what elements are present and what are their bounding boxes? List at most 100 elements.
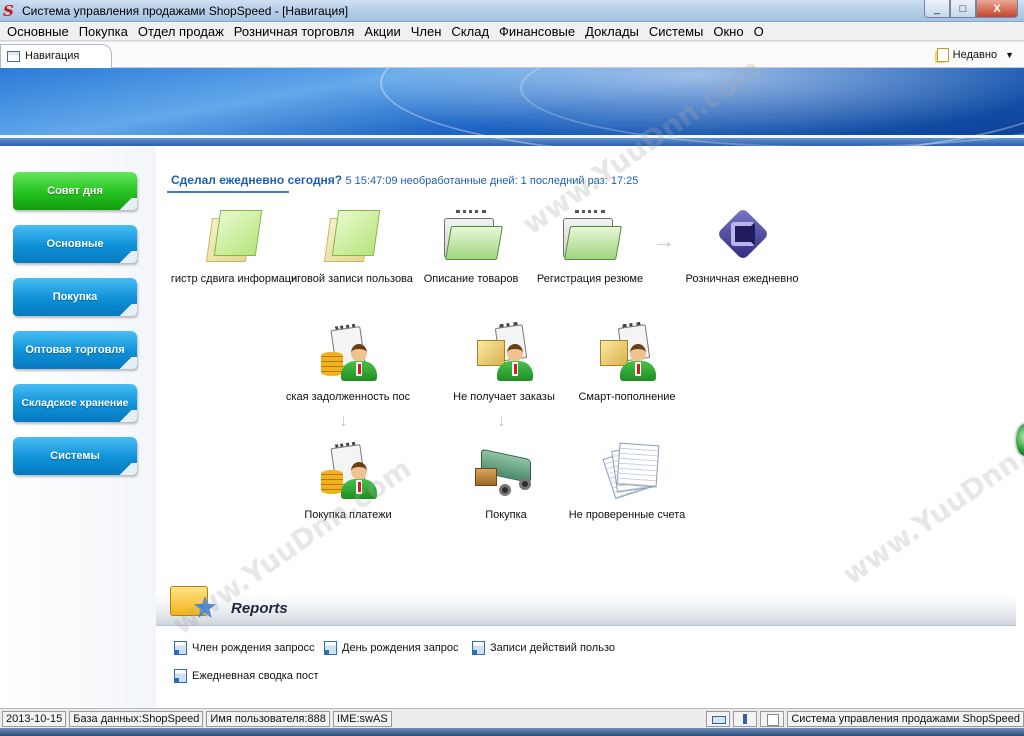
flow-node-label: Покупка платежи (304, 509, 392, 521)
report-document-icon (324, 641, 337, 655)
navigation-workspace: Сделал ежедневно сегодня? 5 15:47:09 нео… (156, 146, 1024, 594)
sidebar-item-systems[interactable]: Системы (13, 437, 137, 475)
menu-item-finance[interactable]: Финансовые (494, 24, 580, 39)
report-link-user-actions[interactable]: Записи действий пользо (472, 641, 620, 655)
report-link-label: Член рождения запросс (192, 642, 315, 654)
coins-person-icon (315, 322, 381, 386)
menu-item-member[interactable]: Член (406, 24, 447, 39)
minimize-button[interactable]: _ (924, 0, 950, 18)
green-pages-icon (319, 204, 385, 268)
arrow-right-icon: → (653, 228, 675, 253)
daily-status: Сделал ежедневно сегодня? 5 15:47:09 нео… (171, 173, 638, 187)
menu-bar: Основные Покупка Отдел продаж Розничная … (0, 22, 1024, 41)
flow-node-smart-replenishment[interactable]: Смарт-пополнение (561, 322, 693, 403)
daily-info: 5 15:47:09 необработанные дней: 1 послед… (345, 175, 639, 187)
title-bar: S Система управления продажами ShopSpeed… (0, 0, 1024, 22)
arrow-down-icon: ↓ (497, 410, 506, 430)
reports-folder-star-icon (170, 578, 218, 622)
tab-navigation[interactable]: Навигация (0, 44, 112, 68)
banner-swoosh (520, 68, 1024, 146)
menu-item-systems[interactable]: Системы (644, 24, 708, 39)
flow-node-label: Описание товаров (423, 273, 519, 285)
reports-title: Reports (231, 600, 288, 617)
report-link-label: День рождения запрос (342, 642, 459, 654)
flow-node-label: Розничная ежедневно (685, 273, 799, 285)
report-link-label: Записи действий пользо (490, 642, 615, 654)
reports-header: Reports (156, 586, 1016, 626)
flow-node-label: Покупка (485, 509, 527, 521)
close-button[interactable]: X (976, 0, 1018, 18)
menu-item-retail[interactable]: Розничная торговля (229, 24, 360, 39)
flow-node-label: нговой записи пользова (291, 273, 413, 285)
status-bar: 2013-10-15 База данных:ShopSpeed Имя пол… (0, 708, 1024, 728)
paper-stack-icon (594, 440, 660, 504)
navigation-panel-icon (7, 51, 20, 62)
flow-node-product-description[interactable]: Описание товаров (405, 204, 537, 285)
report-link-label: Ежедневная сводка пост (192, 670, 319, 682)
flow-node-purchase[interactable]: Покупка (440, 440, 572, 521)
box-person-icon (471, 322, 537, 386)
report-link-member-birthday[interactable]: Член рождения запросс (174, 641, 319, 655)
maximize-button[interactable]: □ (950, 0, 976, 18)
menu-item-reports[interactable]: Доклады (580, 24, 644, 39)
app-logo-icon: S (3, 2, 14, 20)
flow-node-label: ская задолженность пос (285, 391, 411, 403)
flow-node-retail-daily[interactable]: Розничная ежедневно (676, 204, 808, 285)
cube-logo-icon (709, 204, 775, 268)
sidebar-item-purchase[interactable]: Покупка (13, 278, 137, 316)
recent-documents-icon (936, 48, 949, 62)
flow-node-unverified-invoices[interactable]: Не проверенные счета (561, 440, 693, 521)
window-title: Система управления продажами ShopSpeed -… (22, 4, 349, 18)
green-pages-icon (201, 204, 267, 268)
panel-icon[interactable] (760, 710, 785, 727)
reports-panel: Reports Член рождения запросс День рожде… (156, 586, 1024, 708)
status-user: Имя пользователя:888 (206, 710, 330, 727)
sidebar-item-tip-of-day[interactable]: Совет дня (13, 172, 137, 210)
report-link-daily-summary[interactable]: Ежедневная сводка пост (174, 669, 319, 683)
report-document-icon (174, 641, 187, 655)
flow-node-resume-registration[interactable]: Регистрация резюме (524, 204, 656, 285)
green-folder-icon (438, 204, 504, 268)
menu-item-basic[interactable]: Основные (2, 24, 74, 39)
menu-item-window[interactable]: Окно (708, 24, 748, 39)
os-taskbar (0, 728, 1024, 736)
flow-node-user-records[interactable]: нговой записи пользова (286, 204, 418, 285)
status-database: База данных:ShopSpeed (69, 710, 204, 727)
flow-node-shift-register[interactable]: гистр сдвига информаци (168, 204, 300, 285)
daily-underline (167, 191, 289, 193)
header-banner (0, 68, 1024, 146)
recent-dropdown[interactable]: Недавно ▼ (936, 48, 1014, 62)
flow-node-label: Не получает заказы (453, 391, 555, 403)
tab-label: Навигация (25, 50, 80, 62)
flow-node-label: Не проверенные счета (568, 509, 686, 521)
coins-person-icon (315, 440, 381, 504)
menu-item-purchase[interactable]: Покупка (74, 24, 133, 39)
menu-item-promotions[interactable]: Акции (359, 24, 405, 39)
sidebar-item-warehousing[interactable]: Складское хранение (13, 384, 137, 422)
menu-item-sales[interactable]: Отдел продаж (133, 24, 229, 39)
daily-question[interactable]: Сделал ежедневно сегодня? (171, 173, 342, 187)
flow-node-purchase-payments[interactable]: Покупка платежи (282, 440, 414, 521)
status-ime: IME:swAS (332, 710, 392, 727)
keyboard-icon[interactable] (706, 710, 731, 727)
report-link-birthday-query[interactable]: День рождения запрос (324, 641, 462, 655)
box-person-icon (594, 322, 660, 386)
status-date: 2013-10-15 (2, 710, 67, 727)
menu-item-warehouse[interactable]: Склад (446, 24, 494, 39)
flow-node-orders-not-received[interactable]: Не получает заказы (438, 322, 570, 403)
sidebar-item-basic[interactable]: Основные (13, 225, 137, 263)
sidebar-item-wholesale[interactable]: Оптовая торговля (13, 331, 137, 369)
chevron-down-icon: ▼ (1005, 50, 1014, 60)
arrow-down-icon: ↓ (339, 410, 348, 430)
input-indicator-icon[interactable] (733, 710, 758, 727)
recent-label: Недавно (952, 49, 998, 61)
report-document-icon (174, 669, 187, 683)
menu-item-about[interactable]: О (749, 24, 769, 39)
flow-node-supplier-debt[interactable]: ская задолженность пос (282, 322, 414, 403)
flow-node-label: Регистрация резюме (536, 273, 644, 285)
truck-icon (473, 440, 539, 504)
flow-node-label: гистр сдвига информаци (170, 273, 298, 285)
flow-node-label: Смарт-пополнение (578, 391, 676, 403)
document-tab-strip: Навигация Недавно ▼ (0, 42, 1024, 68)
report-document-icon (472, 641, 485, 655)
